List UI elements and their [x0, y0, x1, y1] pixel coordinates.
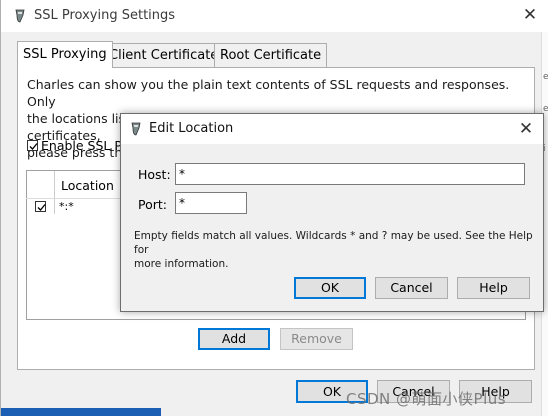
- remove-button[interactable]: Remove: [280, 328, 353, 350]
- checkmark-icon: [29, 143, 38, 150]
- edit-location-dialog: Edit Location ✕ Host: * Port: * Empty fi…: [120, 113, 544, 312]
- enable-ssl-proxying-checkbox[interactable]: [27, 140, 38, 151]
- location-column-header[interactable]: Location: [61, 178, 114, 193]
- dialog-close-icon[interactable]: ✕: [516, 119, 536, 139]
- tab-root-certificate[interactable]: Root Certificate: [214, 43, 328, 67]
- tab-ssl-proxying[interactable]: SSL Proxying: [17, 41, 113, 68]
- add-button[interactable]: Add: [198, 328, 270, 350]
- header-divider: [26, 198, 126, 199]
- title-bar: SSL Proxying Settings ✕: [1, 0, 548, 32]
- dialog-ok-button[interactable]: OK: [294, 277, 366, 299]
- tab-label: Root Certificate: [220, 48, 322, 63]
- dialog-title-bar: Edit Location ✕: [121, 114, 543, 144]
- note-line: Empty fields match all values. Wildcards…: [134, 230, 533, 256]
- description-line: Charles can show you the plain text cont…: [27, 77, 510, 109]
- tab-label: SSL Proxying: [23, 47, 107, 62]
- table-row-location[interactable]: *:*: [59, 200, 74, 213]
- close-icon[interactable]: ✕: [520, 5, 540, 25]
- checkmark-icon: [37, 204, 46, 211]
- host-input[interactable]: *: [175, 163, 525, 185]
- dialog-help-button[interactable]: Help: [457, 277, 530, 299]
- host-label: Host:: [138, 167, 171, 182]
- dialog-help-note: Empty fields match all values. Wildcards…: [134, 229, 534, 271]
- port-label: Port:: [138, 197, 167, 212]
- enable-ssl-proxying-label: Enable SSL Pr: [41, 138, 127, 153]
- dialog-title: Edit Location: [149, 121, 234, 136]
- tab-label: Client Certificates: [109, 48, 226, 63]
- csdn-watermark: CSDN @萌面小侠Plus: [346, 390, 507, 408]
- column-divider: [54, 171, 55, 214]
- dialog-cancel-button[interactable]: Cancel: [375, 277, 448, 299]
- note-line: more information.: [134, 258, 229, 270]
- charles-app-icon: [13, 9, 27, 23]
- port-input[interactable]: *: [175, 192, 247, 214]
- window-title: SSL Proxying Settings: [34, 8, 176, 23]
- tab-client-certificates[interactable]: Client Certificates: [103, 43, 232, 67]
- background-taskbar-strip: [1, 408, 161, 416]
- charles-app-icon: [129, 122, 143, 136]
- table-row-checkbox[interactable]: [35, 201, 46, 212]
